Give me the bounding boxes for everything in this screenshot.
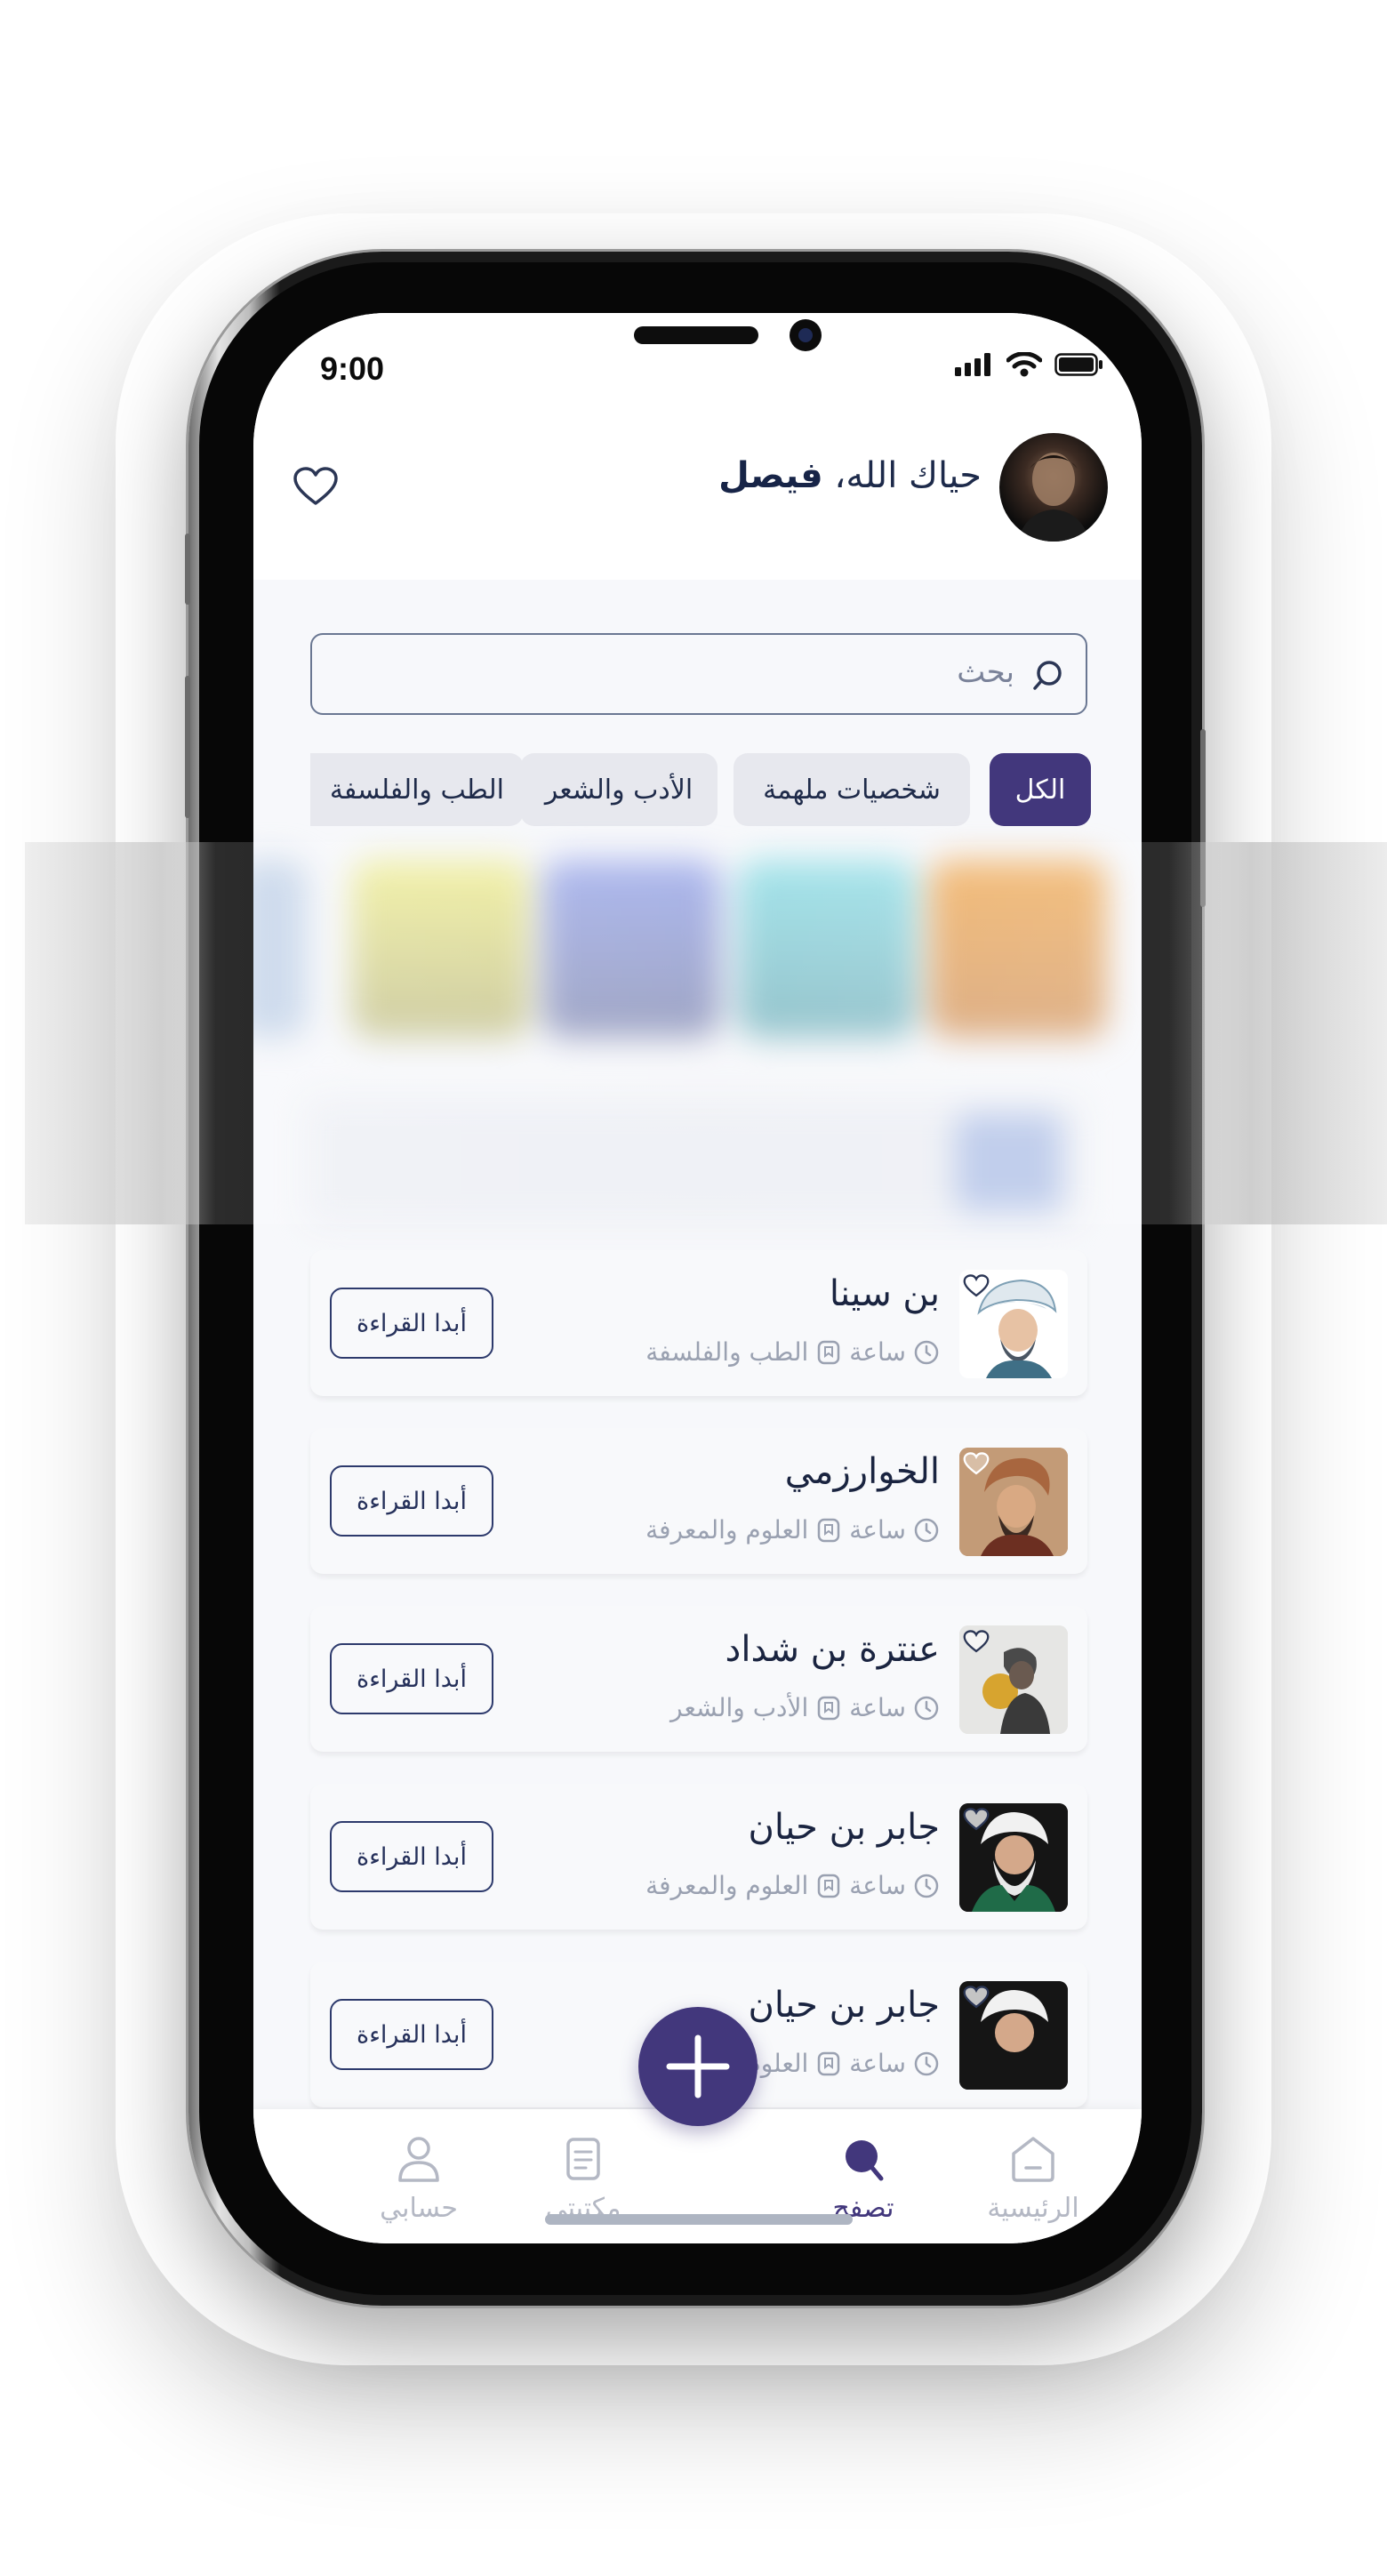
story-category: الطب والفلسفة (645, 1337, 809, 1367)
tab-account[interactable]: حسابي (357, 2134, 481, 2224)
heart-icon (293, 467, 338, 505)
tab-browse[interactable]: تصفح (801, 2134, 926, 2224)
chip-literature-poetry[interactable]: الأدب والشعر (520, 753, 718, 826)
clock-icon (914, 2051, 939, 2075)
volume-up-button (185, 676, 190, 818)
heart-icon[interactable] (963, 1629, 990, 1654)
story-title: عنترة بن شداد (725, 1629, 940, 1670)
clock-icon (914, 1696, 939, 1720)
chip-all[interactable]: الكل (990, 753, 1091, 826)
home-indicator (545, 2214, 853, 2225)
chip-inspiring-figures[interactable]: شخصيات ملهمة (734, 753, 970, 826)
story-duration: ساعة (849, 1693, 906, 1722)
story-meta: ساعة العلوم والمعرفة (645, 1871, 940, 1900)
heart-icon[interactable] (963, 1451, 990, 1476)
avatar-portrait (1017, 453, 1090, 542)
start-reading-button[interactable]: أبدا القراءة (330, 1821, 493, 1892)
story-thumbnail (959, 1981, 1068, 2090)
mute-switch (185, 534, 190, 605)
story-duration: ساعة (849, 1337, 906, 1367)
avatar[interactable] (999, 433, 1108, 542)
app-screen: 9:00 حياك الله، فيصل بحث الكل شخصيات مله… (253, 313, 1142, 2243)
front-camera (790, 319, 822, 351)
story-thumbnail (959, 1270, 1068, 1378)
story-duration: ساعة (849, 1515, 906, 1545)
story-title: جابر بن حيان (748, 1985, 941, 2026)
story-card[interactable]: عنترة بن شداد ساعة الأدب والشعر أبدا الق… (310, 1606, 1087, 1752)
story-duration: ساعة (849, 2049, 906, 2078)
battery-icon (1054, 353, 1102, 376)
add-button[interactable] (638, 2007, 758, 2126)
bookmark-icon (818, 1518, 840, 1542)
story-thumbnail (959, 1625, 1068, 1734)
story-card[interactable]: بن سينا ساعة الطب والفلسفة أبدا القراءة (310, 1250, 1087, 1396)
greeting: حياك الله، فيصل (718, 455, 982, 496)
speaker-grille (634, 326, 758, 344)
user-icon (398, 2137, 439, 2182)
heart-icon[interactable] (963, 1807, 990, 1832)
start-reading-button[interactable]: أبدا القراءة (330, 1288, 493, 1359)
heart-icon[interactable] (963, 1273, 990, 1298)
story-category: العلوم والمعرفة (645, 1515, 809, 1545)
search-input[interactable]: بحث (310, 633, 1087, 715)
bookmark-icon (818, 1696, 840, 1720)
tab-home-label: الرئيسية (987, 2193, 1079, 2224)
story-meta: ساعة العلوم والمعرفة (645, 1515, 940, 1545)
app-header: حياك الله، فيصل (253, 420, 1142, 580)
status-time: 9:00 (320, 350, 385, 387)
status-icons (955, 352, 1104, 377)
story-card[interactable]: الخوارزمي ساعة العلوم والمعرفة أبدا القر… (310, 1428, 1087, 1574)
tab-account-label: حسابي (380, 2193, 458, 2224)
tab-library[interactable]: مكتبتي (521, 2134, 645, 2224)
tab-home[interactable]: الرئيسية (971, 2134, 1095, 2224)
search-icon (1033, 661, 1062, 690)
story-title: جابر بن حيان (748, 1807, 941, 1848)
bookmark-icon (818, 1340, 840, 1364)
start-reading-button[interactable]: أبدا القراءة (330, 1643, 493, 1714)
start-reading-button[interactable]: أبدا القراءة (330, 1465, 493, 1537)
start-reading-button[interactable]: أبدا القراءة (330, 1999, 493, 2070)
plus-icon (666, 2034, 730, 2099)
clock-icon (914, 1518, 939, 1542)
blur-overlay-band (25, 842, 1387, 1224)
search-placeholder: بحث (957, 654, 1014, 690)
wifi-icon (1006, 352, 1042, 377)
clock-icon (914, 1874, 939, 1898)
story-thumbnail (959, 1803, 1068, 1912)
greeting-prefix: حياك الله، (834, 455, 982, 496)
story-card[interactable]: جابر بن حيان ساعة العلوم والمعرفة أبدا ا… (310, 1784, 1087, 1930)
heart-icon[interactable] (963, 1985, 990, 2010)
chip-medicine-philosophy[interactable]: الطب والفلسفة (310, 753, 524, 826)
signal-icon (955, 353, 990, 376)
bookmark-icon (818, 2051, 840, 2075)
clock-icon (914, 1340, 939, 1364)
story-thumbnail (959, 1448, 1068, 1556)
story-meta: ساعة الأدب والشعر (670, 1693, 940, 1722)
book-icon (566, 2138, 600, 2180)
story-title: الخوارزمي (784, 1451, 940, 1492)
story-title: بن سينا (829, 1273, 940, 1314)
story-duration: ساعة (849, 1871, 906, 1900)
category-chips: الكل شخصيات ملهمة الأدب والشعر الطب والف… (310, 753, 1142, 828)
story-category: الأدب والشعر (670, 1693, 809, 1722)
story-category: العلوم والمعرفة (645, 1871, 809, 1900)
favorites-button[interactable] (293, 466, 339, 510)
user-name: فيصل (718, 455, 823, 496)
home-icon (1012, 2137, 1054, 2182)
search-icon (846, 2140, 884, 2181)
bookmark-icon (818, 1874, 840, 1898)
story-meta: ساعة الطب والفلسفة (645, 1337, 940, 1367)
